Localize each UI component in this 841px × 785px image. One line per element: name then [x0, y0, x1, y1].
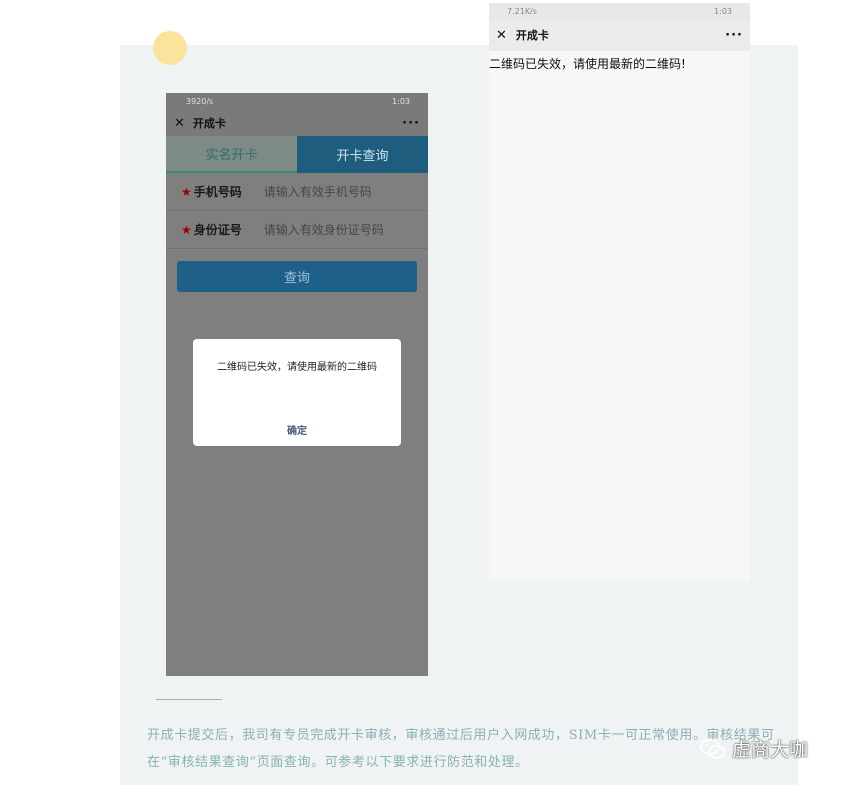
title-bar: ✕ 开成卡 ···: [166, 110, 428, 136]
id-field[interactable]: ★ 身份证号 请输入有效身份证号码: [166, 211, 428, 249]
dialog-message: 二维码已失效，请使用最新的二维码: [217, 362, 377, 373]
page-title: 开成卡: [515, 29, 549, 42]
query-button[interactable]: 查询: [177, 261, 417, 292]
status-clock: 1:03: [392, 97, 410, 106]
watermark-text: 虚商大咖: [732, 739, 809, 761]
more-icon[interactable]: ···: [402, 116, 420, 131]
left-phone-screenshot: 3920/s 1:03 ✕ 开成卡 ··· 实名开卡 开卡查询 ★ 手机号码 请…: [166, 93, 428, 676]
status-signal: 3920/s: [186, 97, 214, 106]
wechat-icon: [700, 738, 726, 759]
close-icon[interactable]: ✕: [174, 116, 185, 131]
decorative-dot: [153, 31, 187, 65]
phone-input[interactable]: 请输入有效手机号码: [264, 183, 372, 200]
close-icon[interactable]: ✕: [496, 28, 507, 43]
tab-query[interactable]: 开卡查询: [297, 136, 428, 173]
id-label: 身份证号: [193, 223, 242, 237]
phone-label: 手机号码: [193, 185, 242, 199]
id-input[interactable]: 请输入有效身份证号码: [264, 221, 384, 238]
divider: [156, 699, 222, 700]
tabs: 实名开卡 开卡查询: [166, 136, 428, 173]
expired-message: 二维码已失效，请使用最新的二维码!: [489, 57, 686, 71]
alert-dialog: 二维码已失效，请使用最新的二维码 确定: [193, 339, 401, 446]
required-star-icon: ★: [181, 222, 192, 237]
phone-field[interactable]: ★ 手机号码 请输入有效手机号码: [166, 173, 428, 211]
confirm-button[interactable]: 确定: [193, 422, 401, 437]
status-bar: 7.21K/s 1:03: [489, 3, 750, 19]
tab-real-name[interactable]: 实名开卡: [166, 136, 297, 173]
status-clock: 1:03: [714, 6, 732, 16]
page-title: 开成卡: [192, 117, 226, 130]
title-bar: ✕ 开成卡 ···: [489, 19, 750, 51]
more-icon[interactable]: ···: [725, 28, 743, 43]
status-signal: 7.21K/s: [507, 6, 537, 16]
required-star-icon: ★: [181, 184, 192, 199]
right-phone-screenshot: 7.21K/s 1:03 ✕ 开成卡 ··· 二维码已失效，请使用最新的二维码!: [489, 3, 750, 581]
caption-paragraph: 开成卡提交后，我司有专员完成开卡审核，审核通过后用户入网成功，SIM卡一可正常使…: [147, 728, 775, 770]
watermark: 虚商大咖: [700, 735, 808, 762]
status-bar: 3920/s 1:03: [166, 93, 428, 110]
